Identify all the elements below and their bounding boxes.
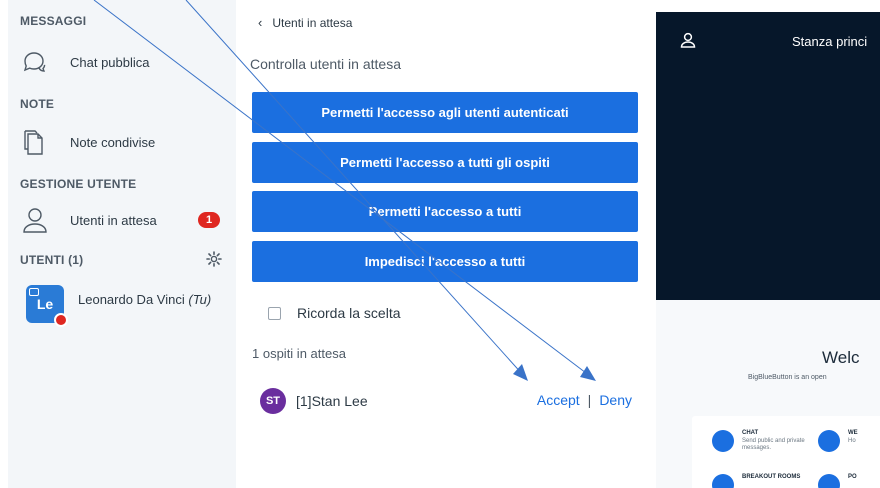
sidebar-item-label: Note condivise: [70, 134, 156, 150]
chat-icon: [20, 47, 50, 77]
sidebar: MESSAGGI Chat pubblica NOTE Note condivi…: [8, 0, 236, 488]
gear-icon[interactable]: [206, 251, 222, 267]
room-title: Stanza princi: [792, 34, 868, 49]
user-name-text: Leonardo Da Vinci: [78, 292, 185, 307]
avatar-initials: Le: [36, 296, 54, 312]
chat-icon: [712, 430, 734, 452]
webcam-icon: [818, 430, 840, 452]
allow-authenticated-button[interactable]: Permetti l'accesso agli utenti autentica…: [252, 92, 638, 133]
back-button[interactable]: ‹ Utenti in attesa: [258, 15, 352, 30]
sidebar-item-shared-notes[interactable]: Note condivise: [20, 124, 226, 160]
section-header-messages: MESSAGGI: [20, 14, 87, 28]
app-root: MESSAGGI Chat pubblica NOTE Note condivi…: [0, 0, 880, 488]
feature-card-desc: Ho: [848, 438, 856, 444]
deny-everyone-button[interactable]: Impedisci l'accesso a tutti: [252, 241, 638, 282]
feature-card-desc: Send public and private messages.: [742, 438, 805, 451]
sidebar-item-label: Chat pubblica: [70, 54, 150, 70]
feature-card-webcam: WE Ho: [818, 430, 880, 452]
panel-title: Controlla utenti in attesa: [250, 56, 401, 72]
muted-mic-icon: [54, 313, 68, 327]
feature-card-title: BREAKOUT ROOMS: [742, 474, 801, 480]
remember-choice-row: Ricorda la scelta: [268, 305, 401, 321]
presentation-slide: Welc BigBlueButton is an open CHAT Send …: [656, 300, 880, 488]
feature-card-title: PO: [848, 474, 857, 480]
you-tag: (Tu): [188, 292, 212, 307]
deny-link[interactable]: Deny: [599, 392, 632, 408]
section-header-notes: NOTE: [20, 97, 55, 111]
waiting-users-panel: ‹ Utenti in attesa Controlla utenti in a…: [236, 0, 656, 488]
presentation-stage: Stanza princi Welc BigBlueButton is an o…: [656, 0, 880, 488]
poll-icon: [818, 474, 840, 488]
user-list-item[interactable]: Le Leonardo Da Vinci (Tu): [26, 285, 211, 327]
sidebar-item-label: Utenti in attesa: [70, 212, 157, 228]
waiting-guest-row: ST [1]Stan Lee: [260, 388, 368, 414]
waiting-count-badge: 1: [198, 212, 220, 228]
back-label: Utenti in attesa: [272, 15, 353, 30]
section-header-user-management: GESTIONE UTENTE: [20, 177, 137, 191]
feature-card-breakout: BREAKOUT ROOMS: [712, 474, 800, 488]
allow-all-guests-button[interactable]: Permetti l'accesso a tutti gli ospiti: [252, 142, 638, 183]
room-header-area: Stanza princi: [656, 12, 880, 300]
user-name: Leonardo Da Vinci (Tu): [78, 292, 211, 307]
feature-card-chat: CHAT Send public and private messages.: [712, 430, 814, 452]
accept-link[interactable]: Accept: [537, 392, 580, 408]
feature-cards: CHAT Send public and private messages. W…: [692, 416, 880, 488]
sidebar-item-public-chat[interactable]: Chat pubblica: [20, 44, 226, 80]
remember-choice-label: Ricorda la scelta: [297, 305, 401, 321]
feature-card-polling: PO: [818, 474, 857, 488]
guest-actions: Accept | Deny: [537, 392, 632, 408]
guest-avatar: ST: [260, 388, 286, 414]
allow-everyone-button[interactable]: Permetti l'accesso a tutti: [252, 191, 638, 232]
section-header-users: UTENTI (1): [20, 253, 84, 267]
notes-icon: [20, 127, 50, 157]
presenter-icon: [29, 288, 39, 296]
avatar: Le: [26, 285, 68, 327]
chevron-left-icon: ‹: [258, 15, 263, 30]
slide-welcome-subtitle: BigBlueButton is an open: [748, 374, 827, 381]
feature-card-title: CHAT: [742, 430, 759, 436]
waiting-guests-count: 1 ospiti in attesa: [252, 346, 346, 361]
remember-choice-checkbox[interactable]: [268, 306, 281, 320]
sidebar-item-waiting-users[interactable]: Utenti in attesa 1: [20, 202, 226, 238]
slide-welcome-title: Welc: [822, 348, 860, 367]
feature-card-title: WE: [848, 430, 858, 436]
action-separator: |: [587, 392, 592, 408]
user-icon: [20, 205, 50, 235]
breakout-icon: [712, 474, 734, 488]
guest-name: [1]Stan Lee: [296, 393, 368, 409]
user-icon[interactable]: [680, 32, 696, 48]
